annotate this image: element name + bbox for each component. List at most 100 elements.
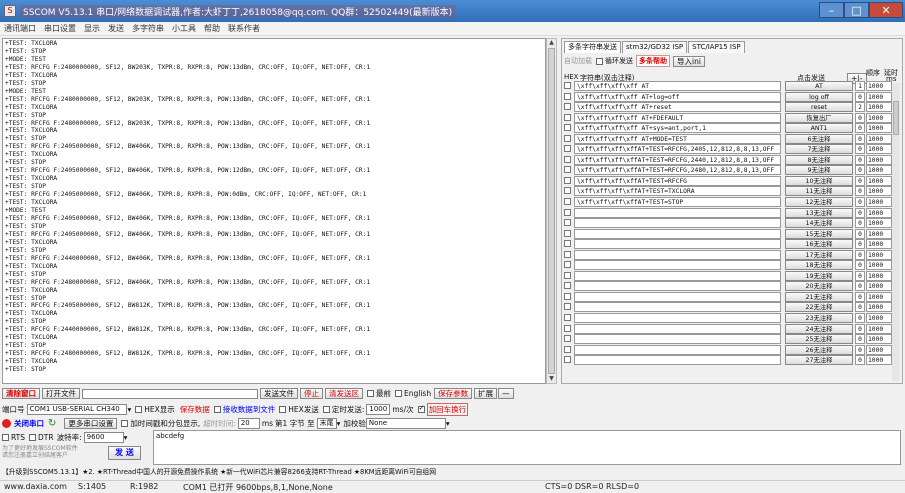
minimize-button[interactable]: – [819,2,844,18]
row-send-button[interactable]: 21无注释 [785,291,853,302]
end-dropdown-icon[interactable]: ▾ [337,419,341,428]
row-string-input[interactable] [574,207,781,218]
loop-send-checkbox[interactable] [596,57,603,65]
row-delay-input[interactable]: 1000 [866,218,892,229]
row-hex-checkbox[interactable] [564,250,571,258]
row-delay-input[interactable]: 1000 [866,291,892,302]
row-string-input[interactable]: \xff\xff\xff\xffAT+TEST=TXCLORA [574,186,781,197]
row-string-input[interactable] [574,302,781,313]
row-order-input[interactable]: 0 [855,112,865,123]
baud-dropdown-icon[interactable]: ▾ [124,433,128,442]
panel-scrollbar-thumb[interactable] [893,101,899,135]
row-order-input[interactable]: 0 [855,334,865,345]
tab-multi-string[interactable]: 多条字符串发送 [564,41,621,53]
rts-checkbox[interactable] [2,434,9,441]
row-delay-input[interactable]: 1000 [866,165,892,176]
save-data-button[interactable]: 保存数据 [180,404,210,415]
row-order-input[interactable]: 2 [855,102,865,113]
row-order-input[interactable]: 0 [855,91,865,102]
row-hex-checkbox[interactable] [564,219,571,227]
row-hex-checkbox[interactable] [564,187,571,195]
row-string-input[interactable]: \xff\xff\xff\xffAT+TEST=RFCFG,2480,12,81… [574,165,781,176]
row-order-input[interactable]: 0 [855,239,865,250]
row-send-button[interactable]: 6无注释 [785,133,853,144]
row-order-input[interactable]: 0 [855,133,865,144]
row-delay-input[interactable]: 1000 [866,313,892,324]
row-order-input[interactable]: 0 [855,270,865,281]
panel-scrollbar[interactable] [892,83,900,381]
menu-tools[interactable]: 小工具 [172,23,196,34]
row-hex-checkbox[interactable] [564,261,571,269]
row-delay-input[interactable]: 1000 [866,144,892,155]
row-delay-input[interactable]: 1000 [866,323,892,334]
row-send-button[interactable]: 11无注释 [785,186,853,197]
open-file-button[interactable]: 打开文件 [42,388,80,399]
row-send-button[interactable]: 13无注释 [785,207,853,218]
menu-port[interactable]: 通讯端口 [4,23,36,34]
clear-send-button[interactable]: 清发送区 [325,388,363,399]
maximize-button[interactable]: □ [844,2,869,18]
expand-button[interactable]: 扩展 [474,388,498,399]
receive-textarea[interactable]: +TEST: TXCLORA +TEST: STOP +MODE: TEST +… [2,38,546,384]
collapse-button[interactable]: — [498,388,514,399]
row-string-input[interactable]: \xff\xff\xff\xff AT+reset [574,102,781,113]
row-order-input[interactable]: 0 [855,281,865,292]
hex-display-checkbox[interactable] [135,406,143,413]
tab-stm32-isp[interactable]: stm32/GD32 ISP [622,41,688,53]
row-hex-checkbox[interactable] [564,103,571,111]
recv-to-file-checkbox[interactable] [213,406,221,413]
row-string-input[interactable] [574,355,781,366]
multi-help-button[interactable]: 多条帮助 [636,55,670,67]
row-send-button[interactable]: 10无注释 [785,175,853,186]
row-string-input[interactable] [574,239,781,250]
row-delay-input[interactable]: 1000 [866,239,892,250]
row-order-input[interactable]: 0 [855,144,865,155]
row-send-button[interactable]: 23无注释 [785,313,853,324]
row-send-button[interactable]: 16无注释 [785,239,853,250]
row-string-input[interactable] [574,313,781,324]
menu-contact[interactable]: 联系作者 [228,23,260,34]
row-string-input[interactable] [574,260,781,271]
row-send-button[interactable]: 7无注释 [785,144,853,155]
row-hex-checkbox[interactable] [564,292,571,300]
row-hex-checkbox[interactable] [564,92,571,100]
send-file-button[interactable]: 发送文件 [260,388,298,399]
scroll-down-icon[interactable]: ▼ [547,375,556,383]
end-select[interactable]: 末尾 [316,418,337,429]
row-send-button[interactable]: 17无注释 [785,249,853,260]
row-hex-checkbox[interactable] [564,324,571,332]
more-settings-button[interactable]: 更多串口设置 [64,418,118,429]
timed-send-checkbox[interactable] [322,406,330,413]
menu-display[interactable]: 显示 [84,23,100,34]
latest-checkbox[interactable] [367,390,374,397]
row-order-input[interactable]: 1 [855,81,865,91]
row-string-input[interactable]: \xff\xff\xff\xff AT+MODE=TEST [574,133,781,144]
row-string-input[interactable] [574,281,781,292]
row-string-input[interactable]: \xff\xff\xff\xff AT+log=off [574,91,781,102]
stop-button[interactable]: 停止 [300,388,323,399]
row-delay-input[interactable]: 1000 [866,154,892,165]
row-send-button[interactable]: 25无注释 [785,334,853,345]
row-string-input[interactable]: \xff\xff\xff\xffAT+TEST=RFCFG,2440,12,81… [574,154,781,165]
checksum-dropdown-icon[interactable]: ▾ [446,419,450,428]
dtr-checkbox[interactable] [29,434,37,441]
row-send-button[interactable]: 24无注释 [785,323,853,334]
row-hex-checkbox[interactable] [564,124,571,132]
row-delay-input[interactable]: 1000 [866,102,892,113]
row-delay-input[interactable]: 1000 [866,186,892,197]
row-hex-checkbox[interactable] [564,145,571,153]
row-delay-input[interactable]: 1000 [866,270,892,281]
timestamp-checkbox[interactable] [121,420,129,427]
row-hex-checkbox[interactable] [564,356,571,364]
row-delay-input[interactable]: 1000 [866,123,892,134]
send-button[interactable]: 发 送 [108,446,141,460]
ad-banner[interactable]: 【升级到SSCOM5.13.1】★2. ★RT-Thread中国人的开源免费操作… [2,465,436,476]
tab-stc-isp[interactable]: STC/IAP15 ISP [688,41,745,53]
row-hex-checkbox[interactable] [564,345,571,353]
row-hex-checkbox[interactable] [564,314,571,322]
row-delay-input[interactable]: 1000 [866,197,892,208]
row-send-button[interactable]: ANT1 [785,123,853,134]
checksum-select[interactable]: None [365,418,446,429]
file-path-input[interactable] [82,388,258,399]
row-string-input[interactable] [574,334,781,345]
